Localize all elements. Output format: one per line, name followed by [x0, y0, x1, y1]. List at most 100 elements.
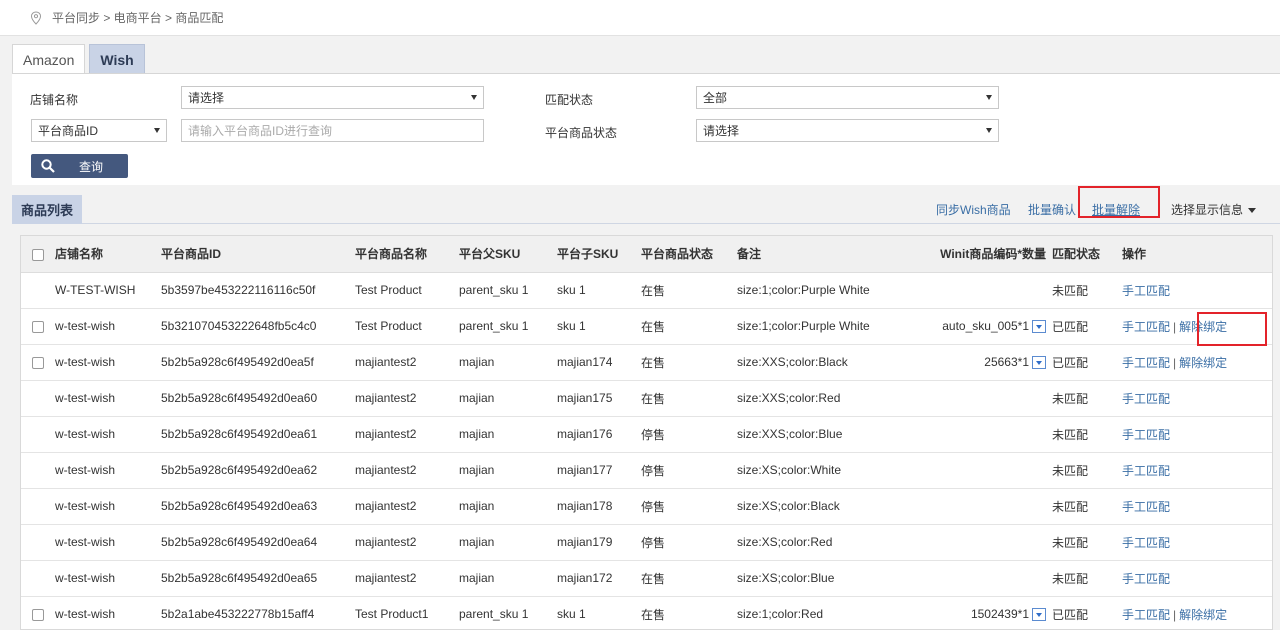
query-button-label: 查询 — [79, 159, 104, 174]
manual-match-link[interactable]: 手工匹配 — [1122, 572, 1170, 586]
unbind-link[interactable]: 解除绑定 — [1179, 608, 1227, 622]
cell-parent-sku: majian — [459, 488, 557, 525]
table-row: w-test-wish 5b2b5a928c6f495492d0ea61 majia… — [21, 416, 1272, 453]
col-winit: Winit商品编码*数量 — [907, 236, 1052, 273]
location-pin-icon — [30, 10, 42, 25]
cell-id: 5b2b5a928c6f495492d0ea60 — [161, 380, 355, 417]
col-note: 备注 — [737, 236, 907, 273]
cell-status: 停售 — [641, 452, 737, 489]
manual-match-link[interactable]: 手工匹配 — [1122, 536, 1170, 550]
row-checkbox[interactable] — [32, 608, 44, 621]
cell-name: Test Product — [355, 272, 459, 309]
cell-operation: 手工匹配 — [1122, 272, 1272, 309]
cell-status: 停售 — [641, 524, 737, 561]
product-status-select[interactable]: 请选择 — [696, 119, 999, 142]
cell-parent-sku: parent_sku 1 — [459, 596, 557, 629]
cell-note: size:XS;color:Red — [737, 524, 907, 561]
manual-match-link[interactable]: 手工匹配 — [1122, 392, 1170, 406]
product-table: 店铺名称 平台商品ID 平台商品名称 平台父SKU 平台子SKU 平台商品状态 … — [20, 235, 1273, 630]
table-row: W-TEST-WISH 5b3597be453222116116c50f Test … — [21, 272, 1272, 309]
cell-status: 在售 — [641, 560, 737, 597]
row-checkbox[interactable] — [32, 356, 44, 369]
match-status-select[interactable]: 全部 — [696, 86, 999, 109]
cell-name: majiantest2 — [355, 488, 459, 525]
shop-select[interactable]: 请选择 — [181, 86, 484, 109]
tab-wish[interactable]: Wish — [89, 44, 145, 74]
platform-tabs: Amazon Wish — [12, 44, 149, 74]
select-all-checkbox[interactable] — [32, 248, 44, 261]
cell-id: 5b2b5a928c6f495492d0ea63 — [161, 488, 355, 525]
tab-amazon[interactable]: Amazon — [12, 44, 86, 74]
cell-name: Test Product1 — [355, 596, 459, 629]
cell-status: 在售 — [641, 380, 737, 417]
cell-id: 5b2b5a928c6f495492d0ea5f — [161, 344, 355, 381]
query-button[interactable]: 查询 — [31, 154, 128, 178]
col-parent-sku: 平台父SKU — [459, 236, 557, 273]
match-status-value: 全部 — [703, 91, 728, 105]
id-type-select[interactable]: 平台商品ID — [31, 119, 167, 142]
cell-parent-sku: parent_sku 1 — [459, 308, 557, 345]
cell-shop: W-TEST-WISH — [55, 272, 161, 309]
cell-child-sku: majian177 — [557, 452, 641, 489]
cell-id: 5b2a1abe453222778b15aff4 — [161, 596, 355, 629]
separator: | — [1173, 607, 1177, 622]
cell-winit — [907, 560, 1052, 597]
cell-note: size:1;color:Purple White — [737, 272, 907, 309]
cell-status: 在售 — [641, 344, 737, 381]
display-info-dropdown[interactable]: 选择显示信息 — [1171, 201, 1257, 218]
batch-confirm-link[interactable]: 批量确认 — [1028, 201, 1076, 218]
search-icon — [41, 159, 55, 173]
cell-parent-sku: majian — [459, 560, 557, 597]
cell-match-status: 未匹配 — [1052, 272, 1122, 309]
manual-match-link[interactable]: 手工匹配 — [1122, 500, 1170, 514]
tab-product-list[interactable]: 商品列表 — [12, 195, 83, 224]
manual-match-link[interactable]: 手工匹配 — [1122, 428, 1170, 442]
cell-child-sku: sku 1 — [557, 596, 641, 629]
cell-child-sku: majian178 — [557, 488, 641, 525]
dropdown-toggle-icon[interactable] — [1032, 320, 1046, 334]
cell-parent-sku: majian — [459, 344, 557, 381]
winit-code: 25663*1 — [984, 354, 1029, 369]
cell-name: Test Product — [355, 308, 459, 345]
display-info-label: 选择显示信息 — [1171, 203, 1244, 217]
cell-note: size:XS;color:Black — [737, 488, 907, 525]
cell-name: majiantest2 — [355, 416, 459, 453]
chevron-down-icon — [986, 95, 992, 100]
dropdown-toggle-icon[interactable] — [1032, 356, 1046, 370]
highlight-box-unbind — [1197, 312, 1267, 346]
chevron-down-icon — [471, 95, 477, 100]
cell-note: size:XS;color:White — [737, 452, 907, 489]
col-product-status: 平台商品状态 — [641, 236, 737, 273]
manual-match-link[interactable]: 手工匹配 — [1122, 284, 1170, 298]
shop-select-value: 请选择 — [188, 91, 225, 105]
cell-winit — [907, 380, 1052, 417]
col-child-sku: 平台子SKU — [557, 236, 641, 273]
unbind-link[interactable]: 解除绑定 — [1179, 356, 1227, 370]
manual-match-link[interactable]: 手工匹配 — [1122, 464, 1170, 478]
cell-winit: 1502439*1 — [907, 596, 1052, 629]
cell-winit — [907, 524, 1052, 561]
manual-match-link[interactable]: 手工匹配 — [1122, 320, 1170, 334]
cell-name: majiantest2 — [355, 344, 459, 381]
cell-note: size:1;color:Red — [737, 596, 907, 629]
cell-winit — [907, 416, 1052, 453]
cell-operation: 手工匹配 | 解除绑定 — [1122, 344, 1272, 381]
dropdown-toggle-icon[interactable] — [1032, 608, 1046, 622]
sync-wish-products-link[interactable]: 同步Wish商品 — [936, 201, 1011, 218]
cell-parent-sku: majian — [459, 380, 557, 417]
cell-operation: 手工匹配 — [1122, 524, 1272, 561]
row-checkbox[interactable] — [32, 320, 44, 333]
manual-match-link[interactable]: 手工匹配 — [1122, 356, 1170, 370]
cell-child-sku: sku 1 — [557, 272, 641, 309]
chevron-down-icon — [986, 128, 992, 133]
cell-child-sku: majian175 — [557, 380, 641, 417]
product-id-input[interactable] — [181, 119, 484, 142]
cell-status: 在售 — [641, 596, 737, 629]
manual-match-link[interactable]: 手工匹配 — [1122, 608, 1170, 622]
cell-operation: 手工匹配 — [1122, 488, 1272, 525]
caret-down-icon — [1248, 208, 1257, 214]
cell-operation: 手工匹配 — [1122, 380, 1272, 417]
cell-name: majiantest2 — [355, 560, 459, 597]
cell-shop: w-test-wish — [55, 596, 161, 629]
cell-child-sku: majian172 — [557, 560, 641, 597]
